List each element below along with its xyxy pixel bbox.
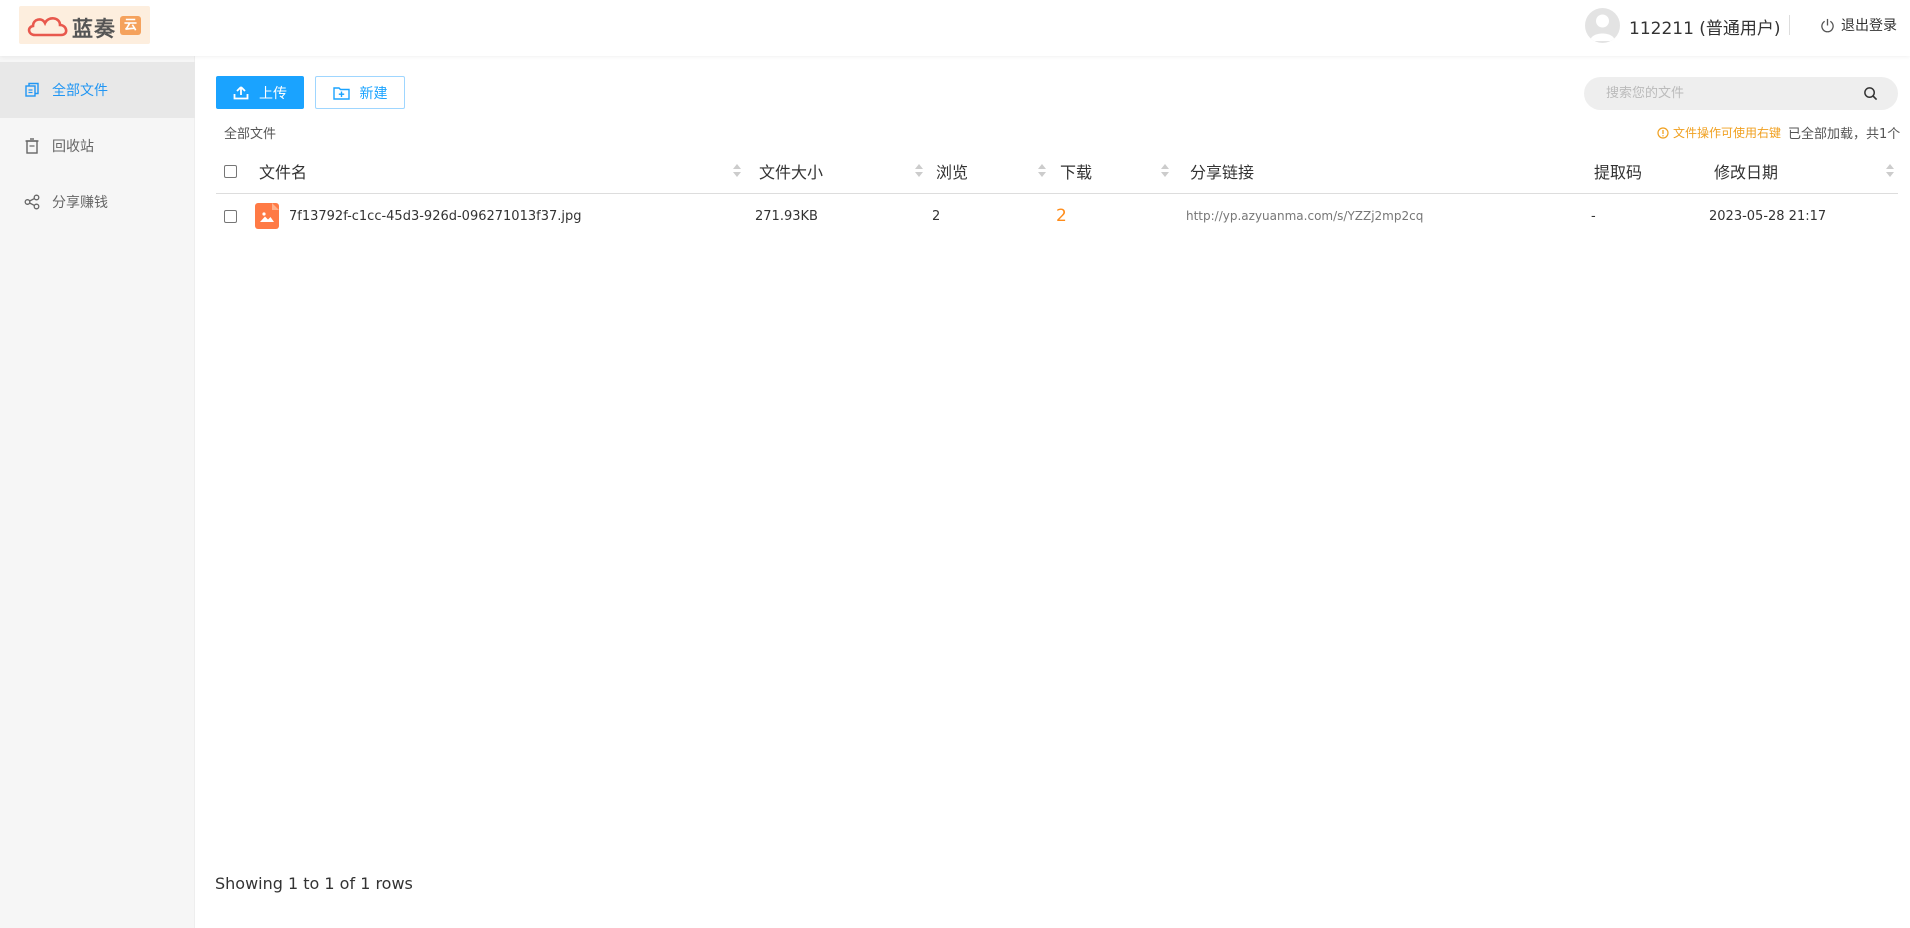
username[interactable]: 112211 (普通用户) (1629, 14, 1781, 39)
column-header-downloads[interactable]: 下载 (1060, 148, 1092, 194)
file-table: 文件名 文件大小 浏览 下载 分享链接 提取码 修改日期 7f13792f-c1… (216, 148, 1898, 238)
files-icon (25, 82, 39, 97)
share-icon (24, 194, 40, 210)
column-header-filename[interactable]: 文件名 (259, 148, 307, 194)
new-folder-button[interactable]: 新建 (315, 76, 405, 109)
upload-icon (233, 85, 249, 99)
breadcrumb[interactable]: 全部文件 (224, 123, 276, 142)
search-icon[interactable] (1863, 86, 1878, 101)
power-icon (1821, 18, 1834, 32)
file-size: 271.93KB (755, 208, 818, 224)
share-link[interactable]: http://yp.azyuanma.com/s/YZZj2mp2cq (1186, 194, 1423, 238)
upload-label: 上传 (259, 84, 287, 101)
header-divider (1789, 15, 1790, 35)
trash-icon (25, 138, 39, 154)
column-header-share-link: 分享链接 (1190, 163, 1255, 182)
sidebar-item-label: 全部文件 (52, 83, 108, 99)
sidebar: 全部文件 回收站 分享赚钱 (0, 56, 195, 928)
top-header: 蓝奏 云 112211 (普通用户) 退出登录 (0, 0, 1910, 56)
user-silhouette-icon (1590, 14, 1615, 41)
info-icon (1657, 126, 1669, 139)
logo-badge: 云 (120, 16, 141, 35)
sort-icon[interactable] (733, 164, 741, 178)
logo-text: 蓝奏 (72, 17, 116, 41)
column-header-views[interactable]: 浏览 (936, 148, 968, 194)
row-checkbox[interactable] (224, 194, 237, 238)
sort-icon[interactable] (1886, 164, 1894, 178)
sidebar-item-recycle-bin[interactable]: 回收站 (0, 118, 195, 174)
modified-date: 2023-05-28 21:17 (1709, 208, 1827, 224)
sidebar-item-label: 回收站 (52, 139, 94, 155)
extract-code: - (1591, 208, 1596, 224)
download-count: 2 (1056, 206, 1067, 226)
sort-icon[interactable] (1038, 164, 1046, 178)
sort-icon[interactable] (1161, 164, 1169, 178)
table-header: 文件名 文件大小 浏览 下载 分享链接 提取码 修改日期 (216, 148, 1898, 194)
main-content: 上传 新建 全部文件 文件操作可使用右键 已全部加载，共1个 文件名 文件大小 (195, 56, 1910, 928)
load-status: 已全部加载，共1个 (1788, 127, 1901, 142)
sort-icon[interactable] (915, 164, 923, 178)
search-box (1584, 77, 1898, 110)
upload-button[interactable]: 上传 (216, 76, 304, 109)
logout-label: 退出登录 (1841, 18, 1897, 34)
column-header-size[interactable]: 文件大小 (759, 148, 823, 194)
file-name-cell[interactable]: 7f13792f-c1cc-45d3-926d-096271013f37.jpg (255, 194, 581, 238)
tip-text: 文件操作可使用右键 (1673, 126, 1782, 140)
column-header-code: 提取码 (1594, 163, 1643, 182)
sidebar-item-label: 分享赚钱 (52, 195, 108, 211)
file-name: 7f13792f-c1cc-45d3-926d-096271013f37.jpg (289, 208, 582, 224)
search-input[interactable] (1606, 77, 1846, 110)
sidebar-item-all-files[interactable]: 全部文件 (0, 62, 195, 118)
sidebar-item-share-earn[interactable]: 分享赚钱 (0, 174, 195, 230)
right-click-tip: 文件操作可使用右键 (1657, 124, 1781, 141)
pagination-info: Showing 1 to 1 of 1 rows (215, 874, 413, 893)
logo[interactable]: 蓝奏 云 (19, 6, 150, 44)
select-all-checkbox[interactable] (224, 148, 237, 194)
logout-button[interactable]: 退出登录 (1820, 15, 1897, 35)
column-header-modified[interactable]: 修改日期 (1714, 148, 1778, 194)
table-row[interactable]: 7f13792f-c1cc-45d3-926d-096271013f37.jpg… (216, 194, 1898, 238)
cloud-icon (27, 17, 68, 37)
new-folder-icon (332, 86, 350, 100)
avatar[interactable] (1585, 8, 1620, 43)
image-file-icon (255, 203, 279, 229)
new-label: 新建 (359, 84, 388, 101)
view-count: 2 (932, 208, 941, 224)
